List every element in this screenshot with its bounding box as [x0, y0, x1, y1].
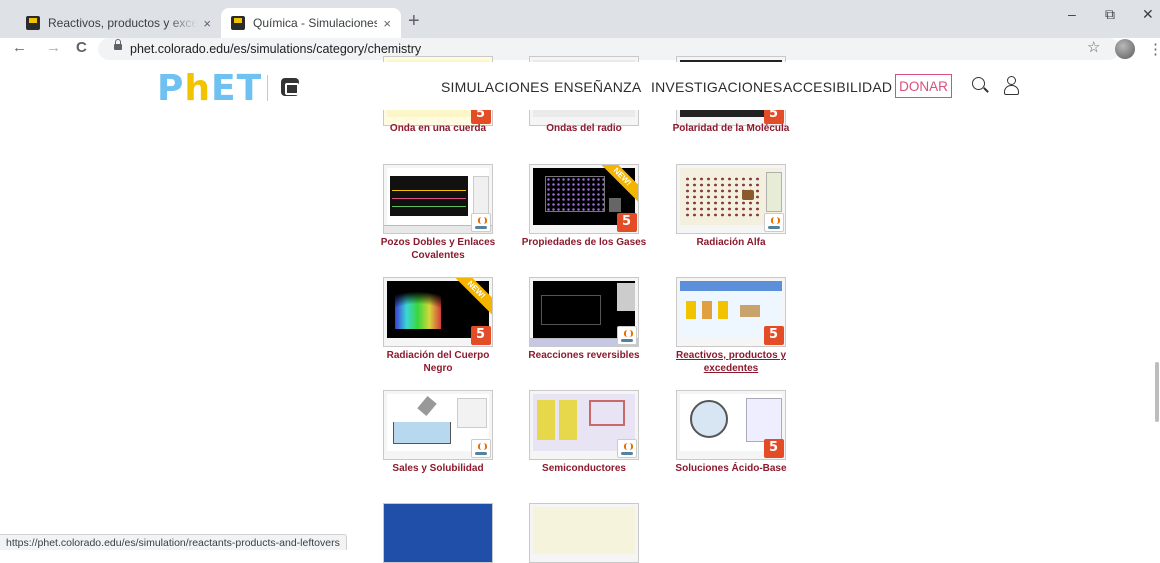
sim-thumbnail[interactable]: NEW! [529, 164, 639, 234]
cu-boulder-logo-icon[interactable] [281, 78, 299, 96]
sim-title[interactable]: Soluciones Ácido-Base [666, 462, 796, 475]
browser-menu-icon[interactable]: ⋮ [1148, 40, 1160, 58]
close-tab-icon[interactable]: × [383, 16, 391, 31]
sim-title[interactable]: Propiedades de los Gases [519, 236, 649, 249]
scrollbar[interactable] [1155, 362, 1159, 422]
reload-icon[interactable]: C [76, 39, 87, 56]
tab-title: Química - Simulaciones PhET [253, 16, 378, 30]
nav-ensenanza[interactable]: ENSEÑANZA [554, 79, 641, 95]
sim-title[interactable]: Pozos Dobles y Enlaces Covalentes [373, 236, 503, 262]
sim-title[interactable]: Radiación Alfa [666, 236, 796, 249]
java-icon [617, 439, 637, 458]
status-url-bar: https://phet.colorado.edu/es/simulation/… [0, 534, 347, 550]
search-icon[interactable] [972, 77, 985, 90]
sim-thumbnail[interactable] [529, 503, 639, 563]
java-icon [471, 213, 491, 232]
url-text[interactable]: phet.colorado.edu/es/simulations/categor… [130, 42, 421, 56]
back-icon[interactable]: ← [12, 39, 27, 56]
logo-divider [267, 75, 268, 101]
sim-title[interactable]: Reactivos, productos y excedentes [666, 349, 796, 375]
nav-accesibilidad[interactable]: ACCESIBILIDAD [783, 79, 892, 95]
close-window-icon[interactable]: ✕ [1142, 6, 1154, 23]
close-tab-icon[interactable]: × [203, 16, 211, 31]
sim-thumbnail[interactable] [383, 390, 493, 460]
browser-tab-bar: Reactivos, productos y excedentes × Quím… [0, 0, 1160, 38]
sim-thumbnail[interactable] [676, 164, 786, 234]
java-icon [764, 213, 784, 232]
html5-icon [471, 326, 491, 345]
java-icon [617, 326, 637, 345]
phet-favicon-icon [26, 16, 40, 30]
tab-title: Reactivos, productos y excedentes [48, 16, 198, 30]
sim-title[interactable]: Sales y Solubilidad [373, 462, 503, 475]
browser-tab-reactivos[interactable]: Reactivos, productos y excedentes × [16, 8, 221, 38]
sim-title[interactable]: Semiconductores [519, 462, 649, 475]
sim-title[interactable]: Ondas del radio [519, 122, 649, 135]
forward-icon[interactable]: → [46, 39, 61, 56]
sim-thumbnail[interactable] [529, 390, 639, 460]
html5-icon [764, 439, 784, 458]
phet-favicon-icon [231, 16, 245, 30]
lock-icon [114, 39, 122, 51]
sim-thumbnail[interactable]: NEW! [383, 277, 493, 347]
nav-simulaciones[interactable]: SIMULACIONES [441, 79, 549, 95]
sim-title[interactable]: Radiación del Cuerpo Negro [373, 349, 503, 375]
sim-thumbnail[interactable] [383, 503, 493, 563]
nav-investigaciones[interactable]: INVESTIGACIONES [651, 79, 782, 95]
sim-thumbnail[interactable] [676, 277, 786, 347]
restore-icon[interactable]: ⧉ [1105, 6, 1115, 23]
java-icon [471, 439, 491, 458]
minimize-icon[interactable]: – [1068, 6, 1076, 22]
profile-avatar[interactable] [1115, 39, 1135, 59]
browser-tab-quimica[interactable]: Química - Simulaciones PhET × [221, 8, 401, 38]
bookmark-star-icon[interactable]: ☆ [1087, 38, 1100, 56]
site-header: PhET SIMULACIONES ENSEÑANZA INVESTIGACIO… [0, 62, 1160, 110]
user-icon[interactable] [1003, 76, 1019, 95]
phet-logo[interactable]: PhET [157, 68, 262, 109]
html5-icon [617, 213, 637, 232]
sim-thumbnail[interactable] [383, 164, 493, 234]
donate-button[interactable]: DONAR [895, 74, 952, 98]
new-tab-button[interactable]: + [408, 10, 420, 33]
sim-thumbnail[interactable] [529, 277, 639, 347]
sim-thumbnail[interactable] [676, 390, 786, 460]
html5-icon [764, 326, 784, 345]
sim-title[interactable]: Reacciones reversibles [519, 349, 649, 362]
